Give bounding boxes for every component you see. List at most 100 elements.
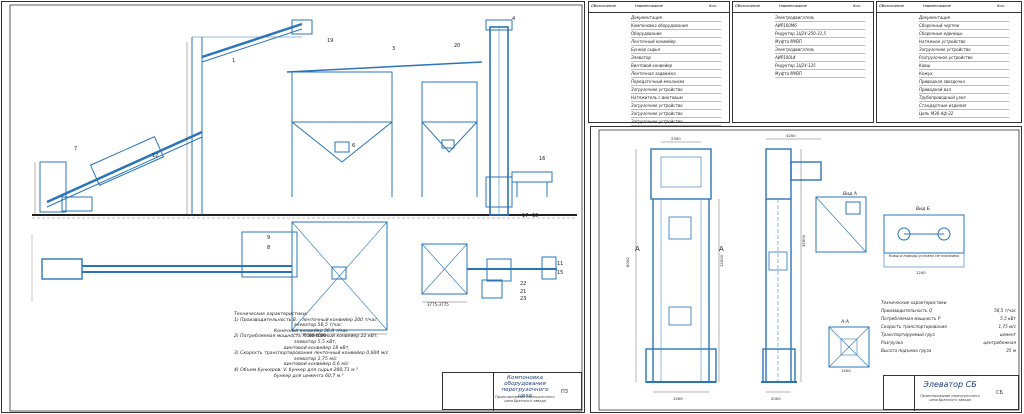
- col-header: Обозначение: [735, 4, 760, 8]
- spec-row: Загрузочное устройство: [631, 102, 721, 110]
- title-block-code: СБ: [996, 390, 1003, 396]
- spec-row: АИР100L4: [775, 54, 865, 62]
- svg-text:3775-3775: 3775-3775: [427, 302, 449, 307]
- spec-row: Трубопроводный узел: [919, 94, 1009, 102]
- spec-row: Ленточная задвижка: [631, 70, 721, 78]
- spec-row: Кожух: [919, 70, 1009, 78]
- title-block-title: Элеватор СБ: [923, 380, 977, 389]
- spec-rows: Документация Сборочный чертеж Сборочные ед…: [919, 14, 1009, 118]
- view-a-label: Вид А: [843, 191, 857, 197]
- spec-row: Натяжное устройство: [919, 38, 1009, 46]
- callout-21: 21: [520, 289, 526, 295]
- tech-line: Разгрузка центробежная: [881, 339, 1016, 347]
- tech-notes: Технические характеристики: 1) Производи…: [234, 312, 434, 379]
- callout-16: 16: [539, 156, 545, 162]
- col-header: Наименование: [923, 4, 951, 8]
- elevator-drawing: А А Вид А А-А Вид Б 2300 6000 4200 1500 …: [598, 129, 1020, 411]
- spec-row: Документация: [919, 14, 1009, 22]
- tech-line-label: Разгрузка: [881, 340, 903, 345]
- callout-4: 4: [512, 16, 515, 22]
- callout-7: 7: [74, 146, 77, 152]
- col-header: Кол.: [709, 4, 718, 8]
- callout-15: 15: [557, 270, 563, 276]
- tech-line-label: Высота подъема груза: [881, 348, 932, 353]
- tech-line: Скорость транспортирования 1,75 м/с: [881, 323, 1016, 331]
- spec-row: Стандартные изделия: [919, 102, 1009, 110]
- spec-sheet-2: Обозначение Наименование Кол. Электродви…: [732, 1, 874, 123]
- tech-line-label: Потребляемая мощность Р: [881, 316, 941, 321]
- tech-line: Производительность Q 56,5 т/час: [881, 307, 1016, 315]
- tech-line-value: цемент: [999, 332, 1016, 337]
- spec-row: Компоновка оборудования: [631, 22, 721, 30]
- elevator-tech-heading: Технические характеристики: [881, 300, 947, 305]
- spec-row: Загрузочное устройство: [631, 110, 721, 118]
- callout-6: 6: [352, 143, 355, 149]
- title-block-subtitle: Проектирование перегрузочного цеха Братс…: [495, 395, 555, 403]
- callout-8: 8: [267, 245, 270, 251]
- tech-line-label: Производительность Q: [881, 308, 933, 313]
- spec-row: АИР160М6: [775, 22, 865, 30]
- tech-line-label: Скорость транспортирования: [881, 324, 947, 329]
- spec-row: Загрузочное устройство: [631, 86, 721, 94]
- spec-row: Ленточный конвейер: [631, 38, 721, 46]
- spec-row: Бункер сырья: [631, 46, 721, 54]
- tech-line: Транспортируемый груз цемент: [881, 331, 1016, 339]
- tech-line-label: Транспортируемый груз: [881, 332, 935, 337]
- spec-row: Винтовой конвейер: [631, 62, 721, 70]
- callout-11: 11: [557, 261, 563, 267]
- drawing-sheet-layout: 7 12 1 19 3 20 4 16 17 18 6 9 8 11 15 22…: [1, 1, 585, 413]
- dim-label: 1500: [673, 396, 683, 401]
- spec-row: Оборудование: [631, 30, 721, 38]
- spec-row: Электродвигатель: [775, 46, 865, 54]
- note-box: Ковш и поводы условно не показаны: [888, 254, 960, 258]
- tech-line: Высота подъема груза 35 м: [881, 347, 1016, 355]
- callout-17: 17: [522, 213, 528, 219]
- callout-19: 19: [327, 38, 333, 44]
- tech-line-value: 1,75 м/с: [998, 324, 1016, 329]
- elevator-tech: Технические характеристики Производитель…: [881, 299, 1016, 355]
- callout-12: 12: [152, 153, 158, 159]
- tech-line: Потребляемая мощность Р 5,5 кВт: [881, 315, 1016, 323]
- spec-row: Загрузочное устройство: [631, 118, 721, 126]
- title-block-subtitle: Проектирование перегрузочного цеха Братс…: [920, 394, 980, 402]
- section-aa-label: А-А: [840, 319, 849, 325]
- col-header: Кол.: [997, 4, 1006, 8]
- spec-row: Сборочный чертеж: [919, 22, 1009, 30]
- spec-row: Разгрузочное устройство: [919, 54, 1009, 62]
- spec-row: Ковш: [919, 62, 1009, 70]
- spec-row: Загрузочное устройство: [919, 46, 1009, 54]
- spec-row: Муфта МУВП: [775, 70, 865, 78]
- callout-23: 23: [520, 296, 526, 302]
- dim-label: 2000: [771, 396, 781, 401]
- spec-row: Передаточный механизм: [631, 78, 721, 86]
- col-header: Наименование: [635, 4, 663, 8]
- spec-row: Цепь М30-4ф-22: [919, 110, 1009, 118]
- tech-line: бункер для цемента 60,7 м.³: [274, 373, 344, 379]
- callout-20: 20: [454, 43, 460, 49]
- tech-line-value: 56,5 т/час: [994, 308, 1016, 313]
- col-header: Наименование: [779, 4, 807, 8]
- callout-1: 1: [232, 58, 235, 64]
- col-header: Обозначение: [591, 4, 616, 8]
- section-label-a-right: А: [719, 245, 724, 253]
- spec-rows: Документация Компоновка оборудования Обору…: [631, 14, 721, 126]
- spec-row: Электродвигатель: [775, 14, 865, 22]
- section-label-a-left: А: [635, 245, 640, 253]
- tech-line-value: центробежная: [983, 340, 1016, 345]
- dim-label: 2300: [671, 136, 681, 141]
- tech-line-value: 5,5 кВт: [1000, 316, 1016, 321]
- dim-label: 1200: [916, 270, 926, 275]
- tech-line-value: 35 м: [1006, 348, 1016, 353]
- spec-row: Элеватор: [631, 54, 721, 62]
- title-block-elevator: Элеватор СБ Проектирование перегрузочног…: [883, 375, 1019, 411]
- callout-22: 22: [520, 281, 526, 287]
- title-block: Компоновка оборудования перегрузочного ц…: [442, 372, 582, 411]
- title-block-code: ПЗ: [561, 389, 568, 395]
- dim-label: 1500: [841, 368, 851, 373]
- spec-row: Редуктор 1Ц2У-125: [775, 62, 865, 70]
- spec-row: Редуктор 1Ц2У-250-31,5: [775, 30, 865, 38]
- col-header: Обозначение: [879, 4, 904, 8]
- spec-row: Натяжитель с винтовым: [631, 94, 721, 102]
- spec-rows: Электродвигатель АИР160М6 Редуктор 1Ц2У-25…: [775, 14, 865, 78]
- dim-label: 6000: [625, 257, 630, 267]
